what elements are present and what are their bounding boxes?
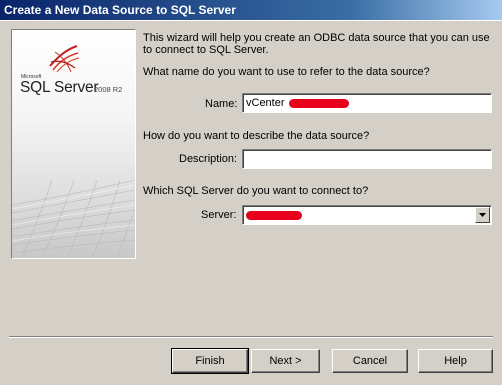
sql-server-logo-icon	[49, 45, 80, 73]
name-question: What name do you want to use to refer to…	[143, 66, 430, 78]
next-button[interactable]: Next >	[251, 349, 320, 373]
product-name: SQL Server	[20, 79, 99, 96]
description-label: Description:	[179, 153, 238, 165]
server-combobox[interactable]	[242, 205, 492, 225]
divider	[0, 20, 502, 21]
dropdown-arrow-button[interactable]	[475, 207, 490, 223]
server-label: Server:	[201, 209, 237, 221]
help-button[interactable]: Help	[418, 349, 493, 373]
redaction-mark	[288, 98, 349, 108]
chevron-down-icon	[479, 213, 486, 217]
name-value: vCenter	[246, 97, 285, 109]
finish-button[interactable]: Finish	[171, 348, 249, 374]
separator-highlight	[9, 337, 493, 338]
title-bar: Create a New Data Source to SQL Server	[0, 0, 502, 20]
product-version: 2008 R2	[94, 85, 123, 94]
product-banner: Microsoft SQL Server 2008 R2	[11, 29, 136, 259]
intro-text: This wizard will help you create an ODBC…	[143, 32, 490, 56]
server-question: Which SQL Server do you want to connect …	[143, 185, 369, 197]
name-label: Name:	[205, 98, 238, 110]
cancel-button[interactable]: Cancel	[332, 349, 408, 373]
window-title: Create a New Data Source to SQL Server	[4, 3, 236, 17]
name-input[interactable]: vCenter	[242, 93, 492, 113]
description-question: How do you want to describe the data sou…	[143, 130, 370, 142]
description-input[interactable]	[242, 149, 492, 169]
redaction-mark	[246, 210, 302, 220]
